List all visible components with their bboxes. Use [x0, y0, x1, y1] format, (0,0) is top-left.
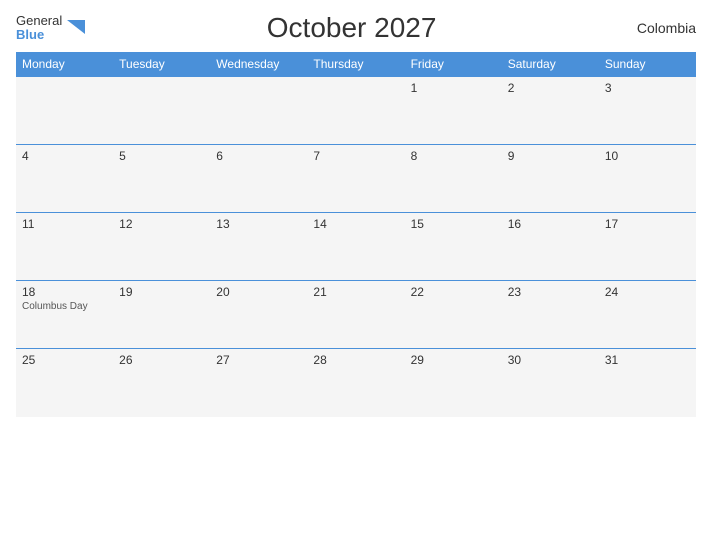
- calendar-day-cell: 19: [113, 281, 210, 349]
- header-sunday: Sunday: [599, 52, 696, 77]
- day-number: 23: [508, 285, 593, 299]
- calendar-week-row: 456789 10: [16, 145, 696, 213]
- calendar-day-cell: 4: [16, 145, 113, 213]
- day-number: 29: [411, 353, 496, 367]
- weekday-header-row: Monday Tuesday Wednesday Thursday Friday…: [16, 52, 696, 77]
- calendar-day-cell: 16: [502, 213, 599, 281]
- day-number: 24: [605, 285, 690, 299]
- day-number: 18: [22, 285, 107, 299]
- day-number: 9: [508, 149, 593, 163]
- calendar-week-row: 123: [16, 77, 696, 145]
- day-number: 22: [411, 285, 496, 299]
- day-number: 16: [508, 217, 593, 231]
- calendar-day-cell: 14: [307, 213, 404, 281]
- calendar-day-cell: 2: [502, 77, 599, 145]
- calendar-day-cell: [210, 77, 307, 145]
- header-monday: Monday: [16, 52, 113, 77]
- logo: General Blue: [16, 14, 87, 43]
- day-number: 28: [313, 353, 398, 367]
- day-number: 31: [605, 353, 690, 367]
- calendar-day-cell: 27: [210, 349, 307, 417]
- calendar-day-cell: 1: [405, 77, 502, 145]
- calendar-day-cell: 25: [16, 349, 113, 417]
- calendar-table: Monday Tuesday Wednesday Thursday Friday…: [16, 52, 696, 417]
- calendar-day-cell: 22: [405, 281, 502, 349]
- day-number: 10: [605, 149, 690, 163]
- day-number: 30: [508, 353, 593, 367]
- calendar-day-cell: 23: [502, 281, 599, 349]
- calendar-title: October 2027: [87, 12, 616, 44]
- calendar-day-cell: 11: [16, 213, 113, 281]
- calendar-day-cell: 20: [210, 281, 307, 349]
- logo-flag-icon: [65, 16, 87, 38]
- calendar-day-cell: 12: [113, 213, 210, 281]
- day-number: 17: [605, 217, 690, 231]
- day-number: 1: [411, 81, 496, 95]
- day-number: 5: [119, 149, 204, 163]
- calendar-day-cell: 3: [599, 77, 696, 145]
- calendar-day-cell: 29: [405, 349, 502, 417]
- calendar-day-cell: 15: [405, 213, 502, 281]
- logo-general-text: General: [16, 14, 62, 28]
- header-thursday: Thursday: [307, 52, 404, 77]
- calendar-day-cell: 18 Columbus Day: [16, 281, 113, 349]
- day-number: 13: [216, 217, 301, 231]
- day-number: 3: [605, 81, 690, 95]
- calendar-day-cell: 24: [599, 281, 696, 349]
- day-number: 19: [119, 285, 204, 299]
- calendar-day-cell: 5: [113, 145, 210, 213]
- day-number: 12: [119, 217, 204, 231]
- day-number: 27: [216, 353, 301, 367]
- calendar-week-row: 18 Columbus Day 19 20 21 22 23 24: [16, 281, 696, 349]
- calendar-day-cell: 26: [113, 349, 210, 417]
- calendar-day-cell: [307, 77, 404, 145]
- calendar-week-row: 25 26 27 28 29 30 31: [16, 349, 696, 417]
- calendar-day-cell: 7: [307, 145, 404, 213]
- header-friday: Friday: [405, 52, 502, 77]
- calendar-day-cell: 13: [210, 213, 307, 281]
- calendar-day-cell: 6: [210, 145, 307, 213]
- country-label: Colombia: [616, 20, 696, 36]
- day-number: 2: [508, 81, 593, 95]
- day-number: 25: [22, 353, 107, 367]
- calendar-day-cell: 8: [405, 145, 502, 213]
- calendar-day-cell: 9: [502, 145, 599, 213]
- day-number: 11: [22, 217, 107, 231]
- calendar-day-cell: 17: [599, 213, 696, 281]
- calendar-day-cell: 10: [599, 145, 696, 213]
- calendar-day-cell: 28: [307, 349, 404, 417]
- header-tuesday: Tuesday: [113, 52, 210, 77]
- calendar-day-cell: [16, 77, 113, 145]
- calendar-day-cell: [113, 77, 210, 145]
- day-number: 14: [313, 217, 398, 231]
- page-header: General Blue October 2027 Colombia: [16, 12, 696, 44]
- day-event: Columbus Day: [22, 301, 107, 312]
- day-number: 21: [313, 285, 398, 299]
- day-number: 8: [411, 149, 496, 163]
- day-number: 20: [216, 285, 301, 299]
- logo-blue-text: Blue: [16, 28, 62, 42]
- calendar-day-cell: 30: [502, 349, 599, 417]
- day-number: 26: [119, 353, 204, 367]
- calendar-day-cell: 21: [307, 281, 404, 349]
- day-number: 7: [313, 149, 398, 163]
- header-saturday: Saturday: [502, 52, 599, 77]
- day-number: 15: [411, 217, 496, 231]
- calendar-page: General Blue October 2027 Colombia Monda…: [0, 0, 712, 550]
- header-wednesday: Wednesday: [210, 52, 307, 77]
- calendar-day-cell: 31: [599, 349, 696, 417]
- day-number: 4: [22, 149, 107, 163]
- day-number: 6: [216, 149, 301, 163]
- calendar-week-row: 11 12 13 14 15 16 17: [16, 213, 696, 281]
